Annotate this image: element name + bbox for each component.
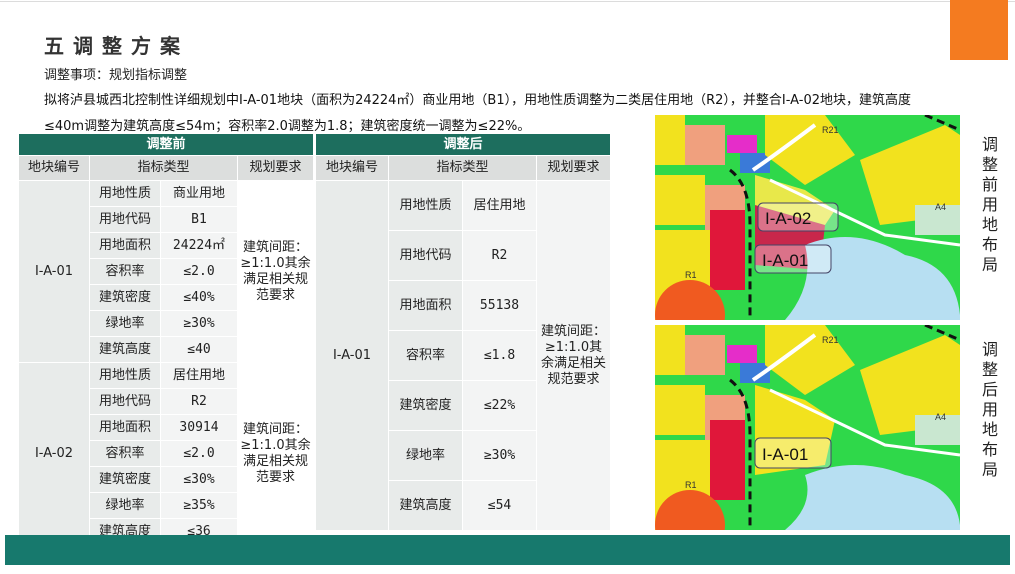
indicator-value-cell: ≤40% — [160, 284, 238, 311]
indicator-name-cell: 用地性质 — [89, 362, 161, 389]
indicator-value-cell: R2 — [462, 230, 537, 281]
after-map-caption-char: 用 — [981, 400, 998, 419]
indicator-name-cell: 建筑密度 — [388, 380, 463, 431]
column-requirement: 规划要求 — [236, 155, 315, 181]
after-table: 调整后 地块编号 指标类型 规划要求 I-A-01 用地性质 居住用地 建筑间距：≥1:1.0… — [314, 133, 612, 531]
indicator-name-cell: 用地代码 — [388, 230, 463, 281]
after-land-use-map: R21 R1 A4 I-A-01 — [655, 325, 960, 530]
zone-label-r1: R1 — [685, 480, 697, 490]
before-map-caption-char: 前 — [981, 175, 998, 194]
indicator-value-cell: ≤54 — [462, 480, 537, 531]
column-plot-id: 地块编号 — [18, 155, 90, 181]
indicator-value-cell: 商业用地 — [160, 180, 238, 207]
indicator-value-cell: 居住用地 — [462, 180, 537, 231]
requirement-cell: 建筑间距：≥1:1.0其余满足相关规范要求 — [236, 180, 315, 363]
indicator-name-cell: 用地面积 — [89, 232, 161, 259]
indicator-name-cell: 容积率 — [388, 330, 463, 381]
indicator-value-cell: 55138 — [462, 280, 537, 331]
requirement-cell: 建筑间距：≥1:1.0其余满足相关规范要求 — [236, 362, 315, 545]
indicator-value-cell: ≥35% — [160, 492, 238, 519]
corner-accent — [950, 0, 1008, 60]
after-map-caption-char: 整 — [981, 360, 998, 379]
indicator-name-cell: 用地性质 — [388, 180, 463, 231]
indicator-value-cell: ≤1.8 — [462, 330, 537, 381]
after-map-caption-char: 调 — [981, 340, 998, 359]
before-map-caption-char: 局 — [981, 255, 998, 274]
before-map-caption: 调整前用地布局 — [978, 135, 1002, 275]
plot-id-cell: I-A-01 — [315, 180, 389, 531]
after-map-graphic: R21 R1 A4 I-A-01 — [655, 325, 960, 530]
before-heading: 调整前 — [17, 133, 315, 156]
footer-bar — [5, 535, 1010, 565]
before-map-label-ia02: I-A-02 — [765, 209, 811, 228]
before-map-caption-char: 用 — [981, 195, 998, 214]
before-map-caption-char: 整 — [981, 155, 998, 174]
column-indicator: 指标类型 — [89, 155, 238, 181]
page-title: 五调整方案 — [44, 34, 189, 58]
zone-label-r1: R1 — [685, 270, 697, 280]
indicator-name-cell: 用地代码 — [89, 388, 161, 415]
indicator-value-cell: 居住用地 — [160, 362, 238, 389]
top-rule — [0, 1, 1015, 2]
after-map-label-ia01: I-A-01 — [762, 445, 808, 464]
column-indicator: 指标类型 — [388, 155, 537, 181]
indicator-value-cell: ≤2.0 — [160, 440, 238, 467]
before-land-use-map: R21 R1 A4 I-A-02 I-A-01 — [655, 115, 960, 320]
before-map-label-ia01: I-A-01 — [762, 251, 808, 270]
indicator-value-cell: ≤2.0 — [160, 258, 238, 285]
column-requirement: 规划要求 — [535, 155, 612, 181]
plot-id-cell: I-A-02 — [18, 362, 90, 545]
after-map-caption-char: 局 — [981, 460, 998, 479]
indicator-value-cell: ≤30% — [160, 466, 238, 493]
zone-label-a4: A4 — [935, 412, 946, 422]
indicator-name-cell: 容积率 — [89, 440, 161, 467]
zone-label-r21: R21 — [822, 335, 839, 345]
after-map-caption-char: 布 — [981, 440, 998, 459]
indicator-value-cell: ≥30% — [160, 310, 238, 337]
requirement-cell: 建筑间距：≥1:1.0其余满足相关规范要求 — [535, 180, 612, 531]
indicator-value-cell: ≤22% — [462, 380, 537, 431]
indicator-value-cell: R2 — [160, 388, 238, 415]
after-map-caption-char: 后 — [981, 380, 998, 399]
after-heading: 调整后 — [314, 133, 612, 156]
before-table: 调整前 地块编号 指标类型 规划要求 I-A-01 用地性质 商业用地 建筑间距：≥1:1.0… — [17, 133, 315, 545]
before-map-graphic: R21 R1 A4 I-A-02 I-A-01 — [655, 115, 960, 320]
indicator-name-cell: 用地性质 — [89, 180, 161, 207]
before-map-caption-char: 调 — [981, 135, 998, 154]
indicator-name-cell: 建筑高度 — [388, 480, 463, 531]
after-map-caption: 调整后用地布局 — [978, 340, 1002, 480]
indicator-name-cell: 绿地率 — [89, 310, 161, 337]
indicator-name-cell: 建筑密度 — [89, 466, 161, 493]
zone-label-a4: A4 — [935, 202, 946, 212]
column-plot-id: 地块编号 — [315, 155, 389, 181]
plot-id-cell: I-A-01 — [18, 180, 90, 363]
before-map-caption-char: 地 — [981, 215, 998, 234]
indicator-name-cell: 建筑高度 — [89, 336, 161, 363]
indicator-name-cell: 用地代码 — [89, 206, 161, 233]
zone-label-r21: R21 — [822, 125, 839, 135]
before-map-caption-char: 布 — [981, 235, 998, 254]
indicator-value-cell: B1 — [160, 206, 238, 233]
indicator-value-cell: ≤40 — [160, 336, 238, 363]
indicator-name-cell: 用地面积 — [89, 414, 161, 441]
indicator-name-cell: 容积率 — [89, 258, 161, 285]
indicator-name-cell: 绿地率 — [89, 492, 161, 519]
indicator-value-cell: ≥30% — [462, 430, 537, 481]
adjustment-subtitle: 调整事项：规划指标调整 — [44, 68, 188, 83]
indicator-name-cell: 用地面积 — [388, 280, 463, 331]
indicator-value-cell: 30914 — [160, 414, 238, 441]
indicator-value-cell: 24224㎡ — [160, 232, 238, 259]
after-map-caption-char: 地 — [981, 420, 998, 439]
indicator-name-cell: 建筑密度 — [89, 284, 161, 311]
indicator-name-cell: 绿地率 — [388, 430, 463, 481]
